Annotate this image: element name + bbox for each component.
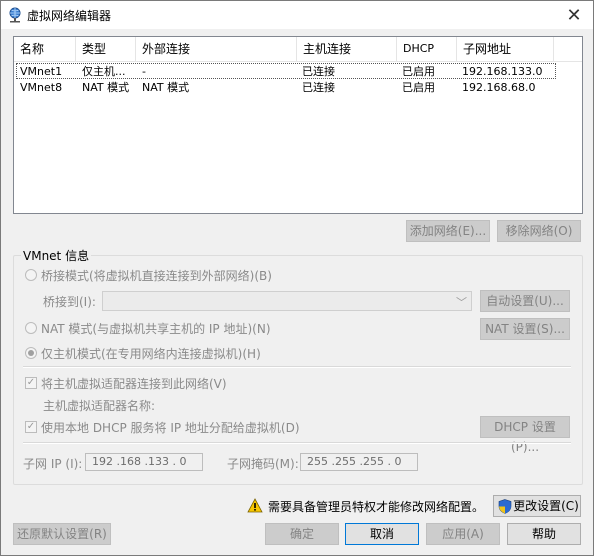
host-only-mode-label: 仅主机模式(在专用网络内连接虚拟机)(H) [41,347,261,361]
network-globe-icon [9,7,21,23]
list-header: 名称 类型 外部连接 主机连接 DHCP 子网地址 [14,37,582,62]
bridged-mode-radio[interactable] [25,269,37,281]
add-network-button[interactable]: 添加网络(E)... [406,220,490,242]
cancel-button[interactable]: 取消 [345,523,419,545]
warning-icon [247,498,263,513]
subnet-ip-field[interactable]: 192 .168 .133 . 0 [85,453,203,471]
change-settings-label: 更改设置(C) [513,499,579,513]
cell-name: VMnet8 [20,81,63,94]
title-bar: 虚拟网络编辑器 ✕ [1,1,593,29]
nat-mode-label: NAT 模式(与虚拟机共享主机的 IP 地址)(N) [41,322,271,336]
column-header-host[interactable]: 主机连接 [297,37,397,61]
cell-dhcp: 已启用 [402,65,435,78]
separator [23,442,571,444]
dhcp-settings-button[interactable]: DHCP 设置(P)... [480,416,570,454]
close-icon: ✕ [566,4,582,26]
bridged-to-label: 桥接到(I): [43,295,96,309]
bridged-mode-label: 桥接模式(将虚拟机直接连接到外部网络)(B) [41,269,272,283]
column-header-type[interactable]: 类型 [76,37,136,61]
cell-type: NAT 模式 [82,81,130,94]
apply-button[interactable]: 应用(A) [426,523,500,545]
auto-settings-button[interactable]: 自动设置(U)... [480,290,570,312]
separator [23,366,571,368]
cell-name: VMnet1 [20,65,63,78]
remove-network-button[interactable]: 移除网络(O) [497,220,581,242]
host-only-mode-radio[interactable] [25,347,37,359]
connect-adapter-checkbox[interactable]: ✓ [25,377,37,389]
cell-dhcp: 已启用 [402,81,435,94]
nat-mode-radio[interactable] [25,322,37,334]
use-dhcp-label: 使用本地 DHCP 服务将 IP 地址分配给虚拟机(D) [41,421,300,435]
vmnet-info-title: VMnet 信息 [21,247,92,264]
close-button[interactable]: ✕ [561,3,587,27]
cell-type: 仅主机... [82,65,126,78]
cell-external: - [142,65,146,78]
cell-subnet: 192.168.68.0 [462,81,536,94]
uac-shield-icon [498,499,512,514]
cell-subnet: 192.168.133.0 [462,65,543,78]
column-header-name[interactable]: 名称 [14,37,76,61]
adapter-name-label: 主机虚拟适配器名称: [43,399,156,413]
restore-defaults-button[interactable]: 还原默认设置(R) [13,523,111,545]
change-settings-button[interactable]: 更改设置(C) [493,495,581,517]
admin-warning-text: 需要具备管理员特权才能修改网络配置。 [268,500,485,514]
window-title: 虚拟网络编辑器 [27,9,112,23]
chevron-down-icon: ﹀ [456,296,467,309]
use-dhcp-checkbox[interactable]: ✓ [25,421,37,433]
ok-button[interactable]: 确定 [265,523,339,545]
table-row[interactable]: VMnet8 NAT 模式 NAT 模式 已连接 已启用 192.168.68.… [16,80,556,96]
table-row[interactable]: VMnet1 仅主机... - 已连接 已启用 192.168.133.0 [16,63,556,79]
column-header-subnet[interactable]: 子网地址 [457,37,554,61]
column-header-dhcp[interactable]: DHCP [397,37,457,61]
subnet-mask-label: 子网掩码(M): [227,457,299,471]
column-header-external[interactable]: 外部连接 [136,37,297,61]
cell-host: 已连接 [302,81,335,94]
subnet-mask-field[interactable]: 255 .255 .255 . 0 [300,453,418,471]
help-button[interactable]: 帮助 [507,523,581,545]
subnet-ip-label: 子网 IP (I): [23,457,83,471]
bridged-to-select[interactable]: ﹀ [102,291,472,311]
cell-host: 已连接 [302,65,335,78]
virtual-network-editor-window: 虚拟网络编辑器 ✕ 名称 类型 外部连接 主机连接 DHCP 子网地址 VMne… [0,0,594,556]
nat-settings-button[interactable]: NAT 设置(S)... [480,318,570,340]
network-list[interactable]: 名称 类型 外部连接 主机连接 DHCP 子网地址 VMnet1 仅主机... … [13,36,583,214]
connect-adapter-label: 将主机虚拟适配器连接到此网络(V) [41,377,227,391]
cell-external: NAT 模式 [142,81,190,94]
